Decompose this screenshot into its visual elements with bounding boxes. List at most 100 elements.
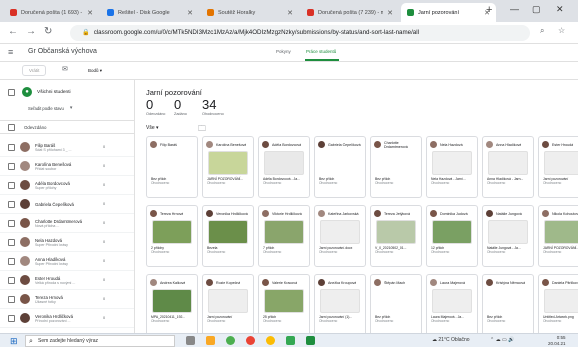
submission-card[interactable]: Anežka Kroupová Jarní pozorování (1)... Oh… xyxy=(314,274,366,333)
student-row[interactable]: Charlotte Drdamtmerová Nová příloha ... 0 xyxy=(0,214,134,233)
submission-card[interactable]: Natálie Jungová Natálie Jungová - Ja... Oh… xyxy=(482,205,534,267)
url-input[interactable]: 🔒 classroom.google.com/u/0/c/MTk5NDI3Mzc1… xyxy=(70,25,530,41)
checkbox[interactable] xyxy=(8,314,15,322)
close-tab-icon[interactable]: ✕ xyxy=(87,9,93,17)
submission-card[interactable]: Dominika Judová 12 příloh Ohodnoceno xyxy=(426,205,478,267)
student-grade[interactable]: 0 xyxy=(103,164,128,168)
windows-icon[interactable]: ⊞ xyxy=(10,336,18,347)
attachment-thumbnail[interactable] xyxy=(264,220,304,244)
all-students-row[interactable]: ● Všichni studenti xyxy=(0,85,134,99)
app-icon[interactable] xyxy=(226,336,235,345)
student-row[interactable]: Adéla Bordovcová Super přílohy 0 xyxy=(0,176,134,195)
weather-widget[interactable]: ☁ 21°C Oblačno xyxy=(432,337,470,343)
student-row[interactable]: Anna Hladíková Super Přírodní krásy 0 xyxy=(0,252,134,271)
checkbox[interactable] xyxy=(8,88,15,96)
close-tab-icon[interactable]: ✕ xyxy=(287,9,293,17)
submission-card[interactable]: Daniela Pitrlíková Untitled-Artwork.png Oh… xyxy=(538,274,578,333)
student-grade[interactable]: 0 xyxy=(103,240,128,244)
reload-icon[interactable]: ↻ xyxy=(44,26,52,37)
attachment-thumbnail[interactable] xyxy=(488,289,528,313)
student-grade[interactable]: 0 xyxy=(103,145,128,149)
submission-card[interactable]: Tereza Hrnová 2 přílohy Ohodnoceno xyxy=(146,205,198,267)
close-tab-icon[interactable]: ✕ xyxy=(187,9,193,17)
classroom-icon[interactable] xyxy=(306,336,315,345)
attachment-thumbnail[interactable] xyxy=(544,289,578,313)
submission-card[interactable]: Andrea Kalková MPA_20210411_192... Ohodnoc… xyxy=(146,274,198,333)
maximize-icon[interactable]: ▢ xyxy=(532,4,541,15)
browser-tab[interactable]: Řešitel - Disk Google ✕ xyxy=(101,3,199,22)
back-icon[interactable]: ← xyxy=(8,26,18,37)
tab-pokyny[interactable]: Pokyny xyxy=(276,49,291,54)
student-row[interactable]: Nela Hazdová Super Přírodní krásy 0 xyxy=(0,233,134,252)
checkbox[interactable] xyxy=(8,276,15,284)
chrome-profile-icon[interactable] xyxy=(266,336,275,345)
checkbox[interactable] xyxy=(8,219,15,227)
student-grade[interactable]: 0 xyxy=(103,316,128,320)
browser-tab[interactable]: Soutěž Horalky ✕ xyxy=(201,3,299,22)
attachment-thumbnail[interactable] xyxy=(376,220,416,244)
submission-card[interactable]: Gabriela Čepelíková Bez příloh Ohodnoceno xyxy=(314,136,366,198)
attachment-thumbnail[interactable] xyxy=(432,289,472,313)
attachment-thumbnail[interactable] xyxy=(544,220,578,244)
filter-select[interactable]: Vše ▾ xyxy=(146,125,159,131)
attachment-thumbnail[interactable] xyxy=(264,289,304,313)
chrome-icon[interactable] xyxy=(246,336,255,345)
zoom-icon[interactable]: ⌕ xyxy=(540,26,544,36)
attachment-thumbnail[interactable] xyxy=(208,289,248,313)
submission-card[interactable]: Viktorie Hrdličková 7 příloh Ohodnoceno xyxy=(258,205,310,267)
attachment-thumbnail[interactable] xyxy=(432,220,472,244)
attachment-thumbnail[interactable] xyxy=(320,289,360,313)
submission-card[interactable]: Kristýna Němcová Bez příloh Ohodnoceno xyxy=(482,274,534,333)
bookmark-star-icon[interactable]: ☆ xyxy=(558,26,565,35)
student-row[interactable]: Karolína Benešová Přidat soubor 0 xyxy=(0,157,134,176)
student-grade[interactable]: 0 xyxy=(103,183,128,187)
attachment-thumbnail[interactable] xyxy=(152,289,192,313)
checkbox[interactable] xyxy=(8,123,15,131)
submission-card[interactable]: Adéla Bordovcová Adéla Bordovcová - Ja...… xyxy=(258,136,310,198)
checkbox[interactable] xyxy=(8,238,15,246)
checkbox[interactable] xyxy=(8,162,15,170)
checkbox[interactable] xyxy=(8,200,15,208)
submission-card[interactable]: Laura Majerová Laura Majerová - Ja... Ohod… xyxy=(426,274,478,333)
submission-card[interactable]: Ester Hroudá Jarní pozorování Ohodnoceno xyxy=(538,136,578,198)
checkbox[interactable] xyxy=(8,181,15,189)
tab-prace-studentu[interactable]: Práce studentů xyxy=(306,49,336,54)
attachment-thumbnail[interactable] xyxy=(432,151,472,175)
task-view-icon[interactable] xyxy=(186,336,195,345)
mail-icon[interactable]: ✉ xyxy=(56,65,74,76)
new-tab-button[interactable]: + xyxy=(486,4,492,16)
attachment-thumbnail[interactable] xyxy=(152,220,192,244)
folder-icon[interactable]: 🗀 xyxy=(198,123,206,137)
submission-card[interactable]: Anna Hladíková Anna Hladíková - Jarn... Oh… xyxy=(482,136,534,198)
submission-card[interactable]: Valerie Kracová 25 příloh Ohodnoceno xyxy=(258,274,310,333)
browser-tab[interactable]: Doručená pošta (1 693) - hrv ✕ xyxy=(4,3,99,22)
submission-card[interactable]: Štěpán Mach Bez příloh Ohodnoceno xyxy=(370,274,422,333)
submission-card[interactable]: Nikola Kohoutová JARNÍ POZOROVÁNÍ... Ohodn… xyxy=(538,205,578,267)
student-grade[interactable]: 0 xyxy=(103,202,128,206)
checkbox[interactable] xyxy=(8,257,15,265)
file-explorer-icon[interactable] xyxy=(206,336,215,345)
submission-card[interactable]: Kateřina Jarkovská Jarní pozorování.docx O… xyxy=(314,205,366,267)
submission-card[interactable]: Tereza Jetýková V_0_20210502_01... Ohodnoc… xyxy=(370,205,422,267)
submission-card[interactable]: Rozie Kopečná Jarní pozorování Ohodnoceno xyxy=(202,274,254,333)
submission-card[interactable]: Filip Baráš Bez příloh Ohodnoceno xyxy=(146,136,198,198)
student-row[interactable]: Veronika Hrdličková Přírodní pozorování .… xyxy=(0,309,134,328)
close-tab-icon[interactable]: ✕ xyxy=(387,9,393,17)
checkbox[interactable] xyxy=(8,143,15,151)
student-row[interactable]: Filip Baráš Sdat S přílohami 3 _ ... 0 xyxy=(0,138,134,157)
student-grade[interactable]: 0 xyxy=(103,221,128,225)
close-window-icon[interactable]: ✕ xyxy=(556,4,564,15)
system-tray-icons[interactable]: ⌃ ☁ ▭ 🔊 xyxy=(490,337,514,343)
student-row[interactable]: Ester Hroudá Velká příroda s novými ... 0 xyxy=(0,271,134,290)
sort-select[interactable]: Seřadit podle stavu ▾ xyxy=(0,102,134,114)
attachment-thumbnail[interactable] xyxy=(320,151,360,175)
attachment-thumbnail[interactable] xyxy=(376,151,416,175)
submission-card[interactable]: Nela Hazdová Nela Hazdová - Jarní... Ohodn… xyxy=(426,136,478,198)
menu-icon[interactable]: ≡ xyxy=(8,47,13,57)
student-row[interactable]: Gabriela Čepelíková 0 xyxy=(0,195,134,214)
meet-icon[interactable] xyxy=(286,336,295,345)
clock[interactable]: 0:55 20.04.21 xyxy=(548,335,566,347)
browser-tab[interactable]: Jarní pozorování ✕ xyxy=(401,3,496,22)
attachment-thumbnail[interactable] xyxy=(488,220,528,244)
student-grade[interactable]: 0 xyxy=(103,297,128,301)
